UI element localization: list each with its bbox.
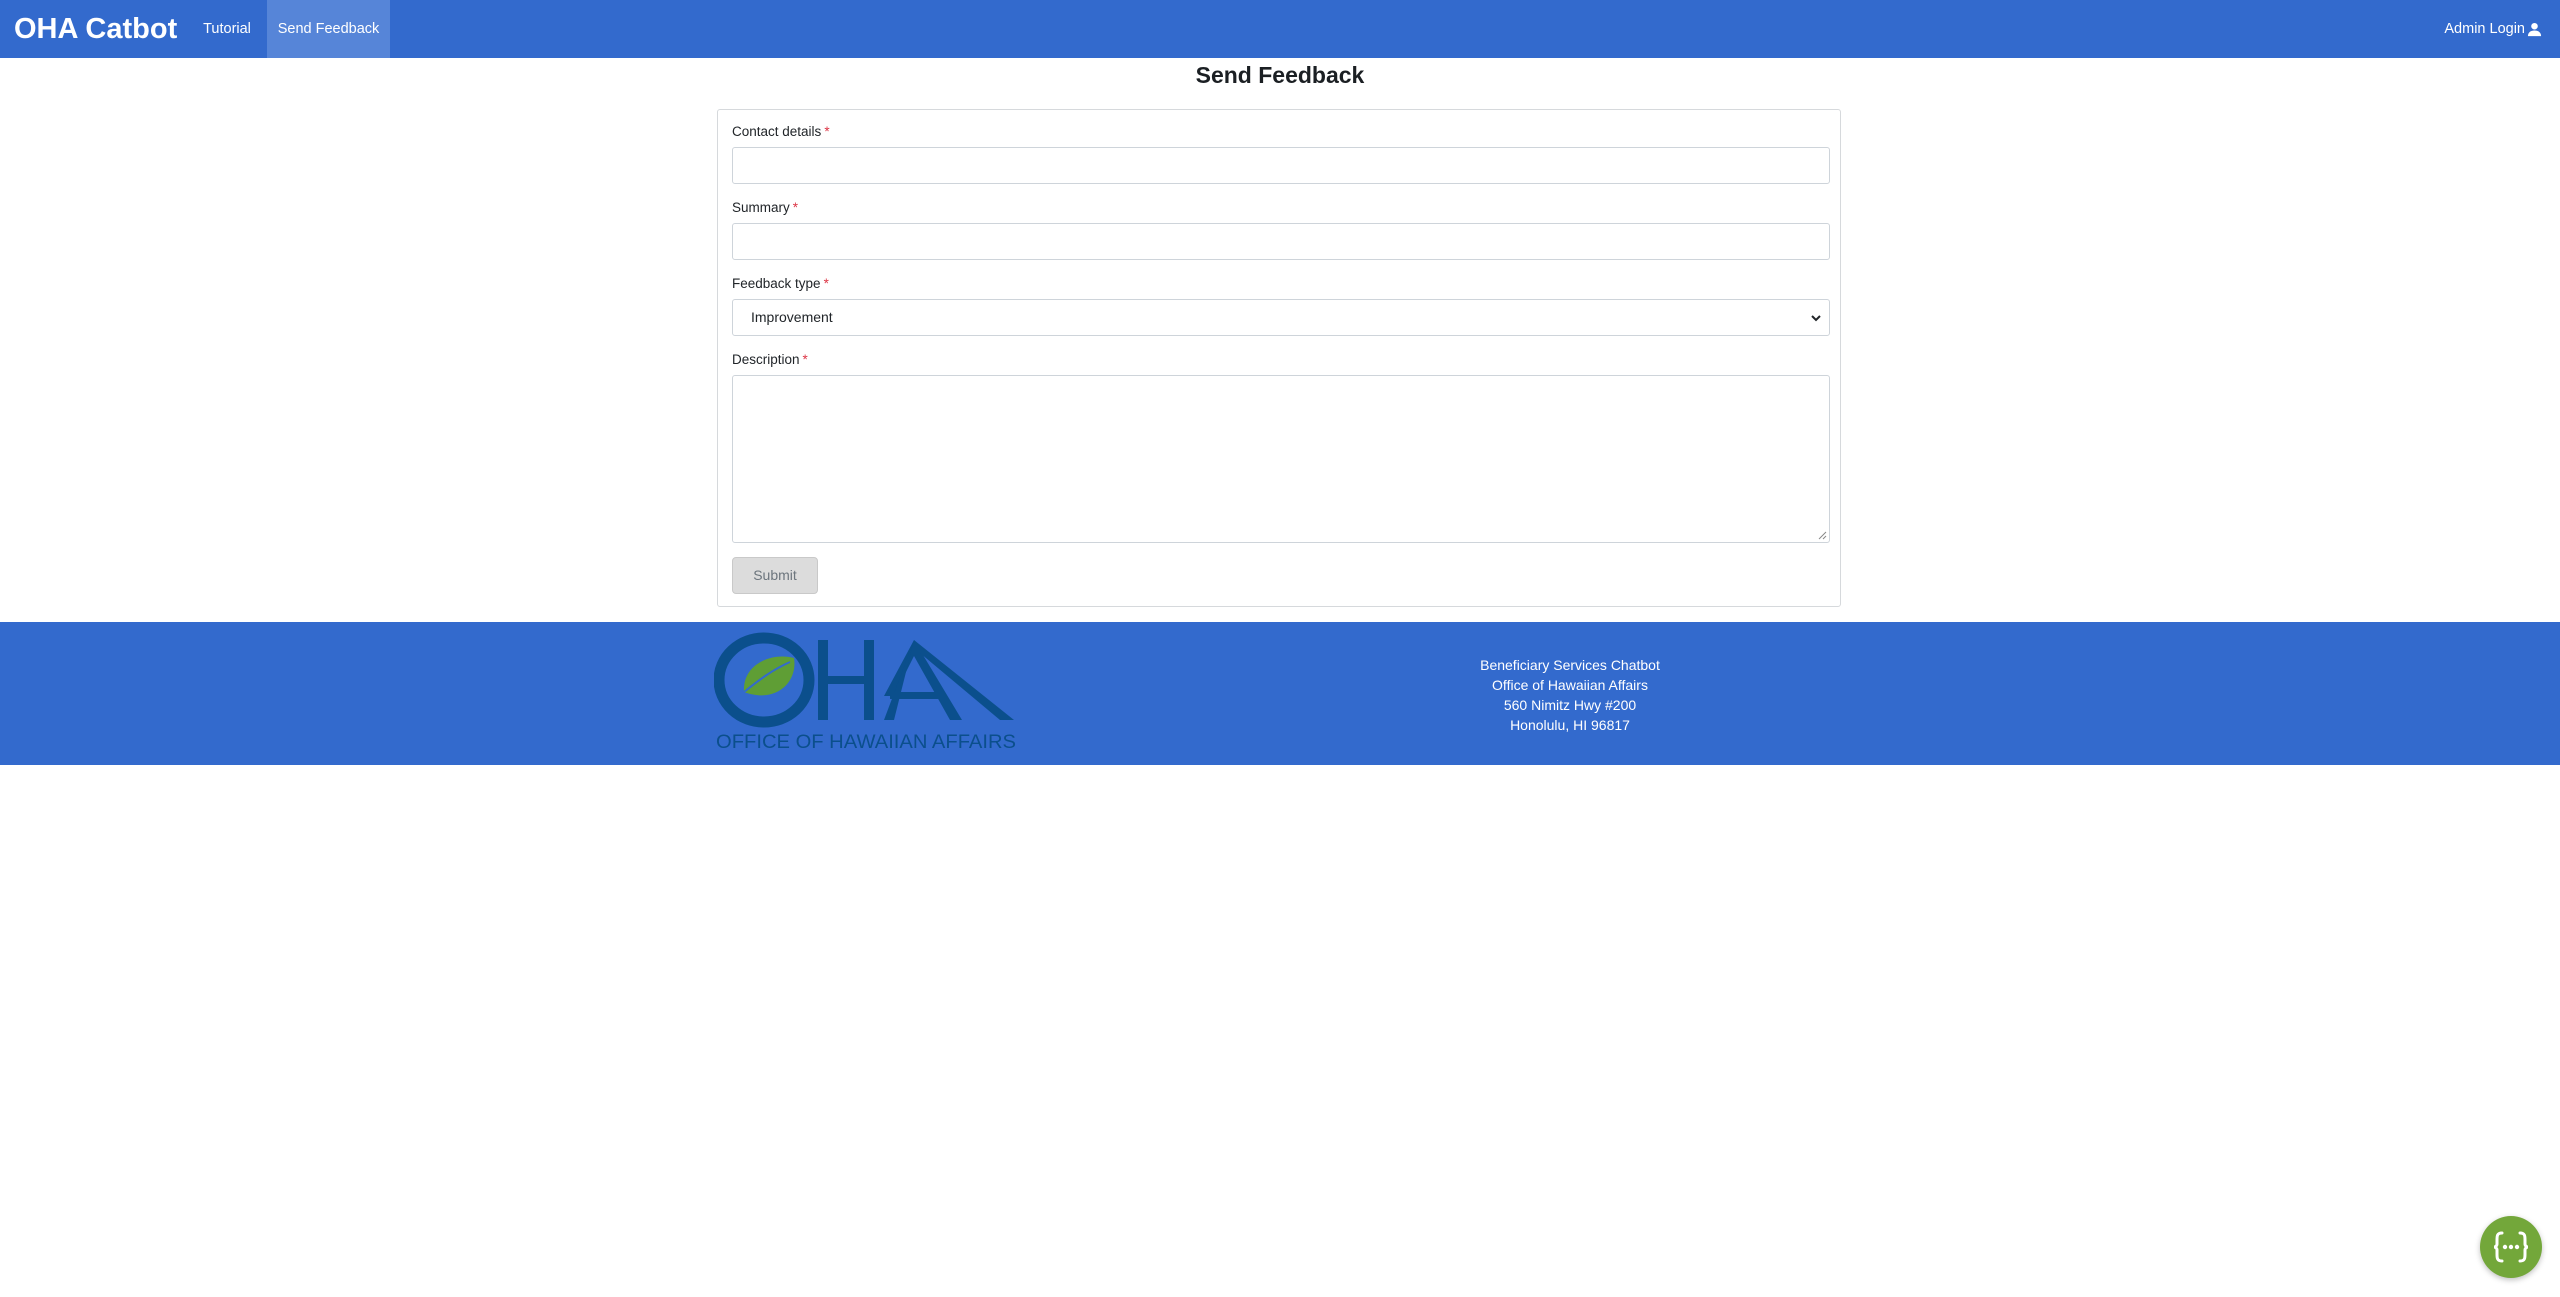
description-label: Description *	[732, 352, 808, 367]
description-label-text: Description	[732, 352, 800, 367]
required-marker: *	[823, 276, 829, 291]
oha-logo: OFFICE OF HAWAIIAN AFFAIRS	[714, 632, 1016, 753]
required-marker: *	[824, 124, 830, 139]
feedback-type-label-text: Feedback type	[732, 276, 821, 291]
footer-line: Office of Hawaiian Affairs	[1492, 677, 1648, 693]
required-marker: *	[792, 200, 799, 215]
description-textarea[interactable]	[732, 375, 1830, 543]
admin-login-label: Admin Login	[2444, 21, 2525, 37]
resize-handle-icon[interactable]	[1818, 531, 1827, 540]
nav-send-feedback[interactable]: Send Feedback	[267, 0, 390, 58]
footer-contact-info: Beneficiary Services Chatbot Office of H…	[1370, 655, 1770, 735]
contact-details-input[interactable]	[732, 147, 1830, 184]
oha-logo-subtitle: OFFICE OF HAWAIIAN AFFAIRS	[716, 732, 1016, 753]
footer: OFFICE OF HAWAIIAN AFFAIRS Beneficiary S…	[0, 622, 2560, 765]
footer-line: Honolulu, HI 96817	[1510, 717, 1630, 733]
summary-label-text: Summary	[732, 200, 790, 215]
feedback-type-label: Feedback type *	[732, 276, 829, 291]
summary-input[interactable]	[732, 223, 1830, 260]
summary-label: Summary *	[732, 200, 798, 215]
submit-button[interactable]: Submit	[732, 557, 818, 594]
footer-line: Beneficiary Services Chatbot	[1480, 657, 1660, 673]
nav-tutorial[interactable]: Tutorial	[188, 0, 266, 58]
user-icon	[2527, 22, 2542, 36]
page-title: Send Feedback	[1195, 62, 1365, 88]
required-marker: *	[802, 352, 808, 367]
feedback-form: Contact details * Summary * Feedback type *…	[717, 109, 1841, 607]
chevron-down-icon	[1811, 315, 1821, 322]
admin-login-link[interactable]: Admin Login	[2444, 0, 2542, 58]
footer-line: 560 Nimitz Hwy #200	[1503, 697, 1637, 713]
feedback-type-selected-value: Improvement	[751, 309, 833, 325]
contact-details-label: Contact details *	[732, 124, 830, 139]
feedback-type-select[interactable]: Improvement	[732, 299, 1830, 336]
chat-bubble-icon	[2493, 1231, 2529, 1263]
top-navbar: OHA Catbot Tutorial Send Feedback Admin …	[0, 0, 2560, 58]
contact-details-label-text: Contact details	[732, 124, 822, 139]
chat-launcher-button[interactable]	[2480, 1216, 2542, 1278]
brand-link[interactable]: OHA Catbot	[14, 0, 177, 58]
